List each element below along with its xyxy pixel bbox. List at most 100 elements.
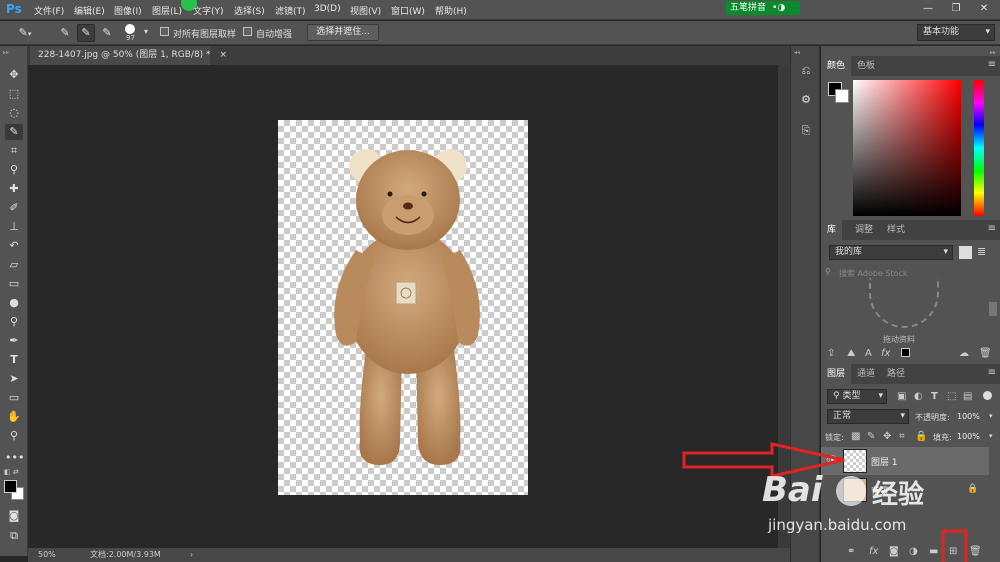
library-select[interactable]: 我的库 ▾ — [829, 245, 953, 260]
close-tab-icon[interactable]: × — [219, 50, 227, 60]
chevron-down-icon[interactable]: ▾ — [989, 432, 993, 440]
menu-help[interactable]: 帮助(H) — [435, 4, 467, 17]
link-layers-icon[interactable]: ⚭ — [847, 546, 855, 557]
move-tool-icon[interactable]: ✥ — [5, 67, 23, 83]
library-scrollbar[interactable] — [989, 302, 997, 316]
lasso-tool-icon[interactable]: ◌ — [5, 105, 23, 121]
lock-pixels-icon[interactable]: ✎ — [867, 431, 875, 442]
lock-all-icon[interactable]: 🔒 — [915, 431, 927, 442]
chevron-down-icon[interactable]: ▾ — [989, 412, 993, 420]
cloud-icon[interactable]: ☁ — [959, 348, 969, 359]
ime-indicator[interactable]: 五笔拼音 •◑ — [726, 1, 800, 15]
history-icon[interactable]: ⎌ — [797, 62, 815, 80]
tab-color[interactable]: 颜色 — [821, 56, 852, 76]
collapse-icon[interactable]: ▸▸ — [3, 49, 9, 56]
more-tools-icon[interactable]: ••• — [5, 450, 24, 466]
tool-preset-picker[interactable]: ✎▾ — [12, 24, 38, 42]
tab-styles[interactable]: 样式 — [881, 220, 911, 240]
hand-tool-icon[interactable]: ✋ — [5, 409, 23, 425]
filter-adjustment-icon[interactable]: ◐ — [914, 391, 923, 402]
tab-paths[interactable]: 路径 — [881, 364, 911, 384]
tab-channels[interactable]: 通道 — [851, 364, 881, 384]
layer-filter-select[interactable]: ⚲ 类型 ▾ — [827, 389, 887, 404]
menu-window[interactable]: 窗口(W) — [391, 4, 425, 17]
zoom-level[interactable]: 50% — [38, 548, 56, 562]
menu-layer[interactable]: 图层(L) — [152, 4, 182, 17]
add-mask-icon[interactable]: ◙ — [889, 546, 899, 557]
menu-file[interactable]: 文件(F) — [34, 4, 64, 17]
zoom-tool-icon[interactable]: ⚲ — [5, 428, 23, 444]
brush-tool-icon[interactable]: ✐ — [5, 200, 23, 216]
eraser-tool-icon[interactable]: ▱ — [5, 257, 23, 273]
color-picker-field[interactable] — [853, 80, 961, 216]
menu-type[interactable]: 文字(Y) — [193, 4, 224, 17]
opacity-value[interactable]: 100% — [957, 412, 980, 421]
new-selection-button[interactable]: ✎ — [56, 24, 74, 42]
filter-toggle-icon[interactable] — [983, 391, 992, 400]
document-canvas[interactable] — [278, 120, 528, 495]
filter-shape-icon[interactable]: ⬚ — [947, 391, 956, 402]
brush-chevron-down-icon[interactable]: ▾ — [144, 27, 148, 36]
marquee-tool-icon[interactable]: ⬚ — [5, 86, 23, 102]
new-group-icon[interactable]: ▬ — [929, 546, 938, 557]
gradient-tool-icon[interactable]: ▭ — [5, 276, 23, 292]
crop-tool-icon[interactable]: ⌗ — [5, 143, 23, 159]
brush-settings-icon[interactable]: ⎘ — [797, 122, 815, 140]
tab-libraries[interactable]: 库 — [821, 220, 843, 240]
pen-tool-icon[interactable]: ✒ — [5, 333, 23, 349]
restore-button[interactable]: ❐ — [946, 1, 966, 17]
tab-adjustments[interactable]: 调整 — [849, 220, 879, 240]
menu-3d[interactable]: 3D(D) — [314, 4, 341, 14]
panel-menu-icon[interactable]: ≡ — [988, 367, 996, 378]
sample-all-layers-checkbox[interactable] — [160, 27, 169, 36]
upload-icon[interactable]: ⇪ — [827, 348, 835, 359]
trash-icon[interactable]: 🗑 — [979, 348, 992, 359]
properties-icon[interactable]: ⚙ — [797, 91, 815, 109]
dodge-tool-icon[interactable]: ⚲ — [5, 314, 23, 330]
rectangle-tool-icon[interactable]: ▭ — [5, 390, 23, 406]
healing-brush-tool-icon[interactable]: ✚ — [5, 181, 23, 197]
add-graphic-icon[interactable]: ⛰ — [847, 348, 855, 359]
tab-layers[interactable]: 图层 — [821, 364, 852, 384]
blur-tool-icon[interactable]: ● — [5, 295, 23, 311]
menu-select[interactable]: 选择(S) — [234, 4, 265, 17]
filter-smart-object-icon[interactable]: ▤ — [963, 391, 972, 402]
collapse-panels-icon[interactable]: ▸▸ — [990, 49, 996, 56]
layer-name[interactable]: 图层 1 — [871, 455, 898, 468]
panel-menu-icon[interactable]: ≡ — [988, 223, 996, 234]
minimize-button[interactable]: — — [918, 1, 938, 17]
grid-view-icon[interactable] — [959, 246, 972, 259]
color-background-swatch[interactable] — [835, 89, 849, 103]
brush-size-icon[interactable] — [125, 24, 135, 34]
hue-slider[interactable] — [974, 80, 984, 216]
type-tool-icon[interactable]: T — [5, 352, 23, 368]
history-brush-tool-icon[interactable]: ↶ — [5, 238, 23, 254]
clone-stamp-tool-icon[interactable]: ⊥ — [5, 219, 23, 235]
foreground-color-swatch[interactable] — [4, 480, 17, 493]
filter-pixel-icon[interactable]: ▣ — [897, 391, 906, 402]
subtract-from-selection-button[interactable]: ✎ — [98, 24, 116, 42]
select-and-mask-button[interactable]: 选择并遮住... — [307, 24, 379, 41]
panel-menu-icon[interactable]: ≡ — [988, 59, 996, 70]
menu-view[interactable]: 视图(V) — [350, 4, 381, 17]
add-color-icon[interactable] — [901, 348, 910, 357]
default-colors-icon[interactable]: ◧ ⇄ — [4, 468, 19, 476]
lock-artboard-icon[interactable]: ⌗ — [899, 431, 905, 442]
add-style-icon[interactable]: fx — [881, 348, 890, 359]
path-selection-tool-icon[interactable]: ➤ — [5, 371, 23, 387]
blend-mode-select[interactable]: 正常 ▾ — [827, 409, 909, 424]
quick-mask-icon[interactable]: ◙ — [5, 508, 23, 524]
screen-mode-icon[interactable]: ⧉ — [5, 528, 23, 544]
tab-swatches[interactable]: 色板 — [851, 56, 881, 76]
eyedropper-tool-icon[interactable]: ⚲ — [5, 162, 23, 178]
quick-selection-tool-icon[interactable]: ✎ — [5, 124, 23, 140]
lock-position-icon[interactable]: ✥ — [883, 431, 891, 442]
delete-layer-icon[interactable]: 🗑 — [969, 546, 982, 557]
adjustment-layer-icon[interactable]: ◑ — [909, 546, 918, 557]
fill-value[interactable]: 100% — [957, 432, 980, 441]
workspace-select[interactable]: 基本功能 ▾ — [917, 24, 995, 41]
layer-style-icon[interactable]: fx — [869, 546, 878, 557]
close-button[interactable]: ✕ — [974, 1, 994, 17]
list-view-icon[interactable]: ≣ — [977, 245, 986, 258]
menu-edit[interactable]: 编辑(E) — [74, 4, 105, 17]
